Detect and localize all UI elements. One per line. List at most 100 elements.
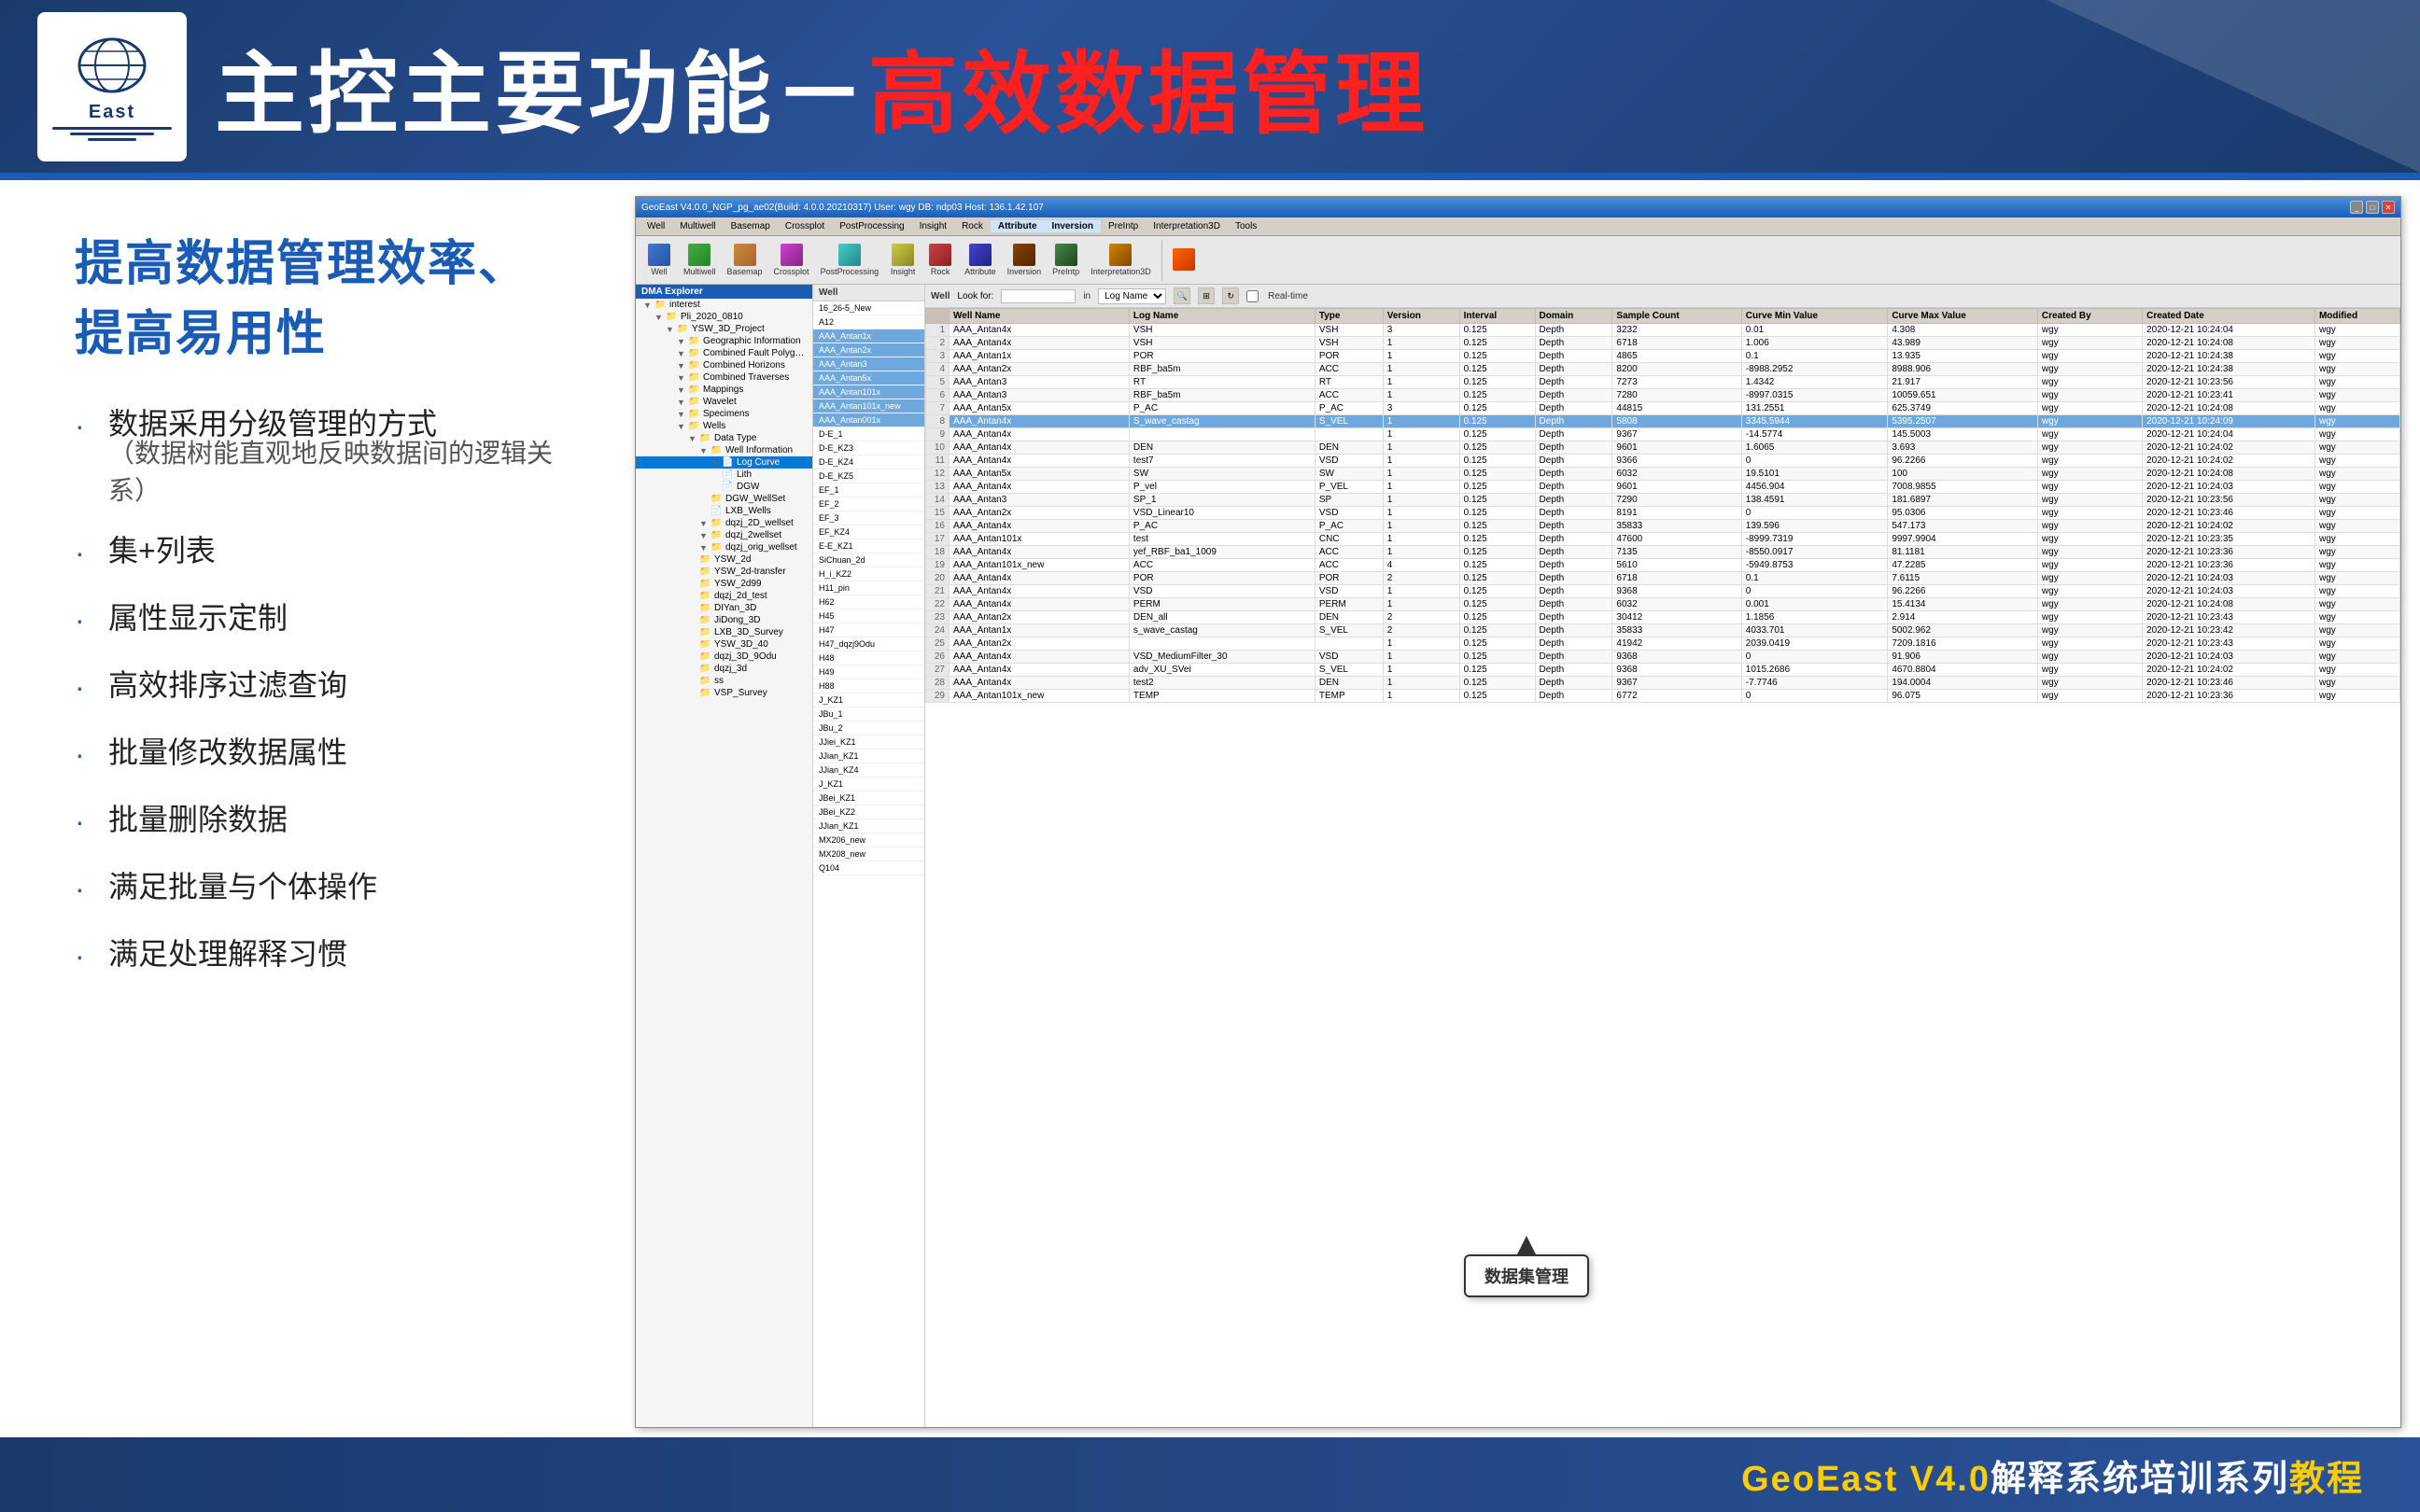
tree-item[interactable]: 📁dqzj_3d bbox=[636, 663, 812, 675]
table-row[interactable]: 23AAA_Antan2xDEN_allDEN20.125Depth304121… bbox=[926, 611, 2400, 624]
table-row[interactable]: 15AAA_Antan2xVSD_Linear10VSD10.125Depth8… bbox=[926, 507, 2400, 520]
list-item[interactable]: A12 bbox=[813, 315, 924, 329]
list-item[interactable]: J_KZ1 bbox=[813, 693, 924, 707]
tree-item[interactable]: ▼📁Combined Fault Polygons bbox=[636, 347, 812, 359]
list-item[interactable]: AAA_Antan5x bbox=[813, 371, 924, 385]
list-item[interactable]: JJian_KZ4 bbox=[813, 763, 924, 777]
table-row[interactable]: 11AAA_Antan4xtest7VSD10.125Depth9366096.… bbox=[926, 455, 2400, 468]
filter-button[interactable]: ⊞ bbox=[1198, 287, 1215, 304]
list-item[interactable]: AAA_Antan101x bbox=[813, 385, 924, 399]
menu-multiwell[interactable]: Multiwell bbox=[672, 220, 723, 232]
tree-item[interactable]: ▼📁Combined Horizons bbox=[636, 359, 812, 371]
table-row[interactable]: 16AAA_Antan4xP_ACP_AC10.125Depth35833139… bbox=[926, 520, 2400, 533]
table-row[interactable]: 24AAA_Antan1xs_wave_castagS_VEL20.125Dep… bbox=[926, 624, 2400, 637]
menu-basemap[interactable]: Basemap bbox=[724, 220, 778, 232]
tree-item[interactable]: ▼📁Pli_2020_0810 bbox=[636, 311, 812, 323]
list-item[interactable]: D-E_KZ3 bbox=[813, 441, 924, 455]
table-row[interactable]: 26AAA_Antan4xVSD_MediumFilter_30VSD10.12… bbox=[926, 651, 2400, 664]
tree-item[interactable]: ▼📁Wells bbox=[636, 420, 812, 432]
tree-item[interactable]: ▼📁dqzj_orig_wellset bbox=[636, 541, 812, 553]
menu-interpretation3d[interactable]: Interpretation3D bbox=[1146, 220, 1228, 232]
menu-attribute[interactable]: Attribute bbox=[991, 220, 1045, 232]
table-row[interactable]: 28AAA_Antan4xtest2DEN10.125Depth9367-7.7… bbox=[926, 677, 2400, 690]
tree-item[interactable]: 📄Lith bbox=[636, 469, 812, 481]
tree-item[interactable]: ▼📁dqzj_2wellset bbox=[636, 529, 812, 541]
menu-postprocessing[interactable]: PostProcessing bbox=[832, 220, 911, 232]
menu-inversion[interactable]: Inversion bbox=[1045, 220, 1101, 232]
table-row[interactable]: 20AAA_Antan4xPORPOR20.125Depth67180.17.6… bbox=[926, 572, 2400, 585]
tree-item[interactable]: ▼📁dqzj_2D_wellset bbox=[636, 517, 812, 529]
menu-insight[interactable]: Insight bbox=[912, 220, 954, 232]
list-item[interactable]: EF_KZ4 bbox=[813, 525, 924, 539]
toolbar-preintp-button[interactable]: PreIntp bbox=[1048, 241, 1084, 279]
list-item[interactable]: H45 bbox=[813, 609, 924, 623]
list-item[interactable]: AAA_Antan2x bbox=[813, 343, 924, 357]
tree-item[interactable]: ▼📁Combined Traverses bbox=[636, 371, 812, 384]
maximize-button[interactable]: □ bbox=[2366, 201, 2379, 214]
minimize-button[interactable]: _ bbox=[2350, 201, 2363, 214]
toolbar-multiwell-button[interactable]: Multiwell bbox=[679, 241, 721, 279]
toolbar-interp3d-button[interactable]: Interpretation3D bbox=[1086, 241, 1156, 279]
list-item[interactable]: AAA_Antan101x_new bbox=[813, 399, 924, 413]
tree-item[interactable]: 📁dqzj_3D_9Odu bbox=[636, 651, 812, 663]
table-row[interactable]: 13AAA_Antan4xP_velP_VEL10.125Depth960144… bbox=[926, 481, 2400, 494]
tree-item[interactable]: ▼📁Mappings bbox=[636, 384, 812, 396]
table-row[interactable]: 9AAA_Antan4x10.125Depth9367-14.5774145.5… bbox=[926, 428, 2400, 441]
table-row[interactable]: 25AAA_Antan2x10.125Depth419422039.041972… bbox=[926, 637, 2400, 651]
table-row[interactable]: 29AAA_Antan101x_newTEMPTEMP10.125Depth67… bbox=[926, 690, 2400, 703]
list-item[interactable]: E-E_KZ1 bbox=[813, 539, 924, 553]
table-row[interactable]: 19AAA_Antan101x_newACCACC40.125Depth5610… bbox=[926, 559, 2400, 572]
list-item[interactable]: H49 bbox=[813, 665, 924, 679]
list-item[interactable]: D-E_KZ5 bbox=[813, 469, 924, 483]
list-item[interactable]: JBei_KZ1 bbox=[813, 791, 924, 805]
list-item[interactable]: J_KZ1 bbox=[813, 777, 924, 791]
list-item[interactable]: JBu_1 bbox=[813, 707, 924, 721]
log-name-select[interactable]: Log Name bbox=[1098, 288, 1166, 304]
toolbar-fire-button[interactable] bbox=[1166, 245, 1202, 274]
menu-well[interactable]: Well bbox=[640, 220, 672, 232]
tree-item[interactable]: 📁DIYan_3D bbox=[636, 602, 812, 614]
realtime-checkbox[interactable] bbox=[1246, 290, 1259, 302]
list-item[interactable]: Q104 bbox=[813, 861, 924, 875]
table-row[interactable]: 8AAA_Antan4xS_wave_castagS_VEL10.125Dept… bbox=[926, 415, 2400, 428]
tree-item[interactable]: 📁YSW_2d-transfer bbox=[636, 566, 812, 578]
table-row[interactable]: 10AAA_Antan4xDENDEN10.125Depth96011.6065… bbox=[926, 441, 2400, 455]
list-item[interactable]: EF_1 bbox=[813, 483, 924, 497]
table-row[interactable]: 7AAA_Antan5xP_ACP_AC30.125Depth44815131.… bbox=[926, 402, 2400, 415]
tree-item[interactable]: ▼📁interest bbox=[636, 299, 812, 311]
toolbar-attribute-button[interactable]: Attribute bbox=[960, 241, 1001, 279]
list-item[interactable]: H62 bbox=[813, 595, 924, 609]
list-item[interactable]: 16_26-5_New bbox=[813, 301, 924, 315]
tree-item[interactable]: ▼📁Geographic Information bbox=[636, 335, 812, 347]
list-item[interactable]: JBei_KZ2 bbox=[813, 805, 924, 819]
list-item[interactable]: JJiei_KZ1 bbox=[813, 735, 924, 749]
tree-item[interactable]: ▼📁Well Information bbox=[636, 444, 812, 456]
menu-rock[interactable]: Rock bbox=[954, 220, 991, 232]
table-row[interactable]: 1AAA_Antan4xVSHVSH30.125Depth32320.014.3… bbox=[926, 324, 2400, 337]
look-for-input[interactable] bbox=[1001, 289, 1076, 303]
table-row[interactable]: 2AAA_Antan4xVSHVSH10.125Depth67181.00643… bbox=[926, 337, 2400, 350]
table-row[interactable]: 6AAA_Antan3RBF_ba5mACC10.125Depth7280-89… bbox=[926, 389, 2400, 402]
table-row[interactable]: 27AAA_Antan4xadv_XU_SVeiS_VEL10.125Depth… bbox=[926, 664, 2400, 677]
list-item[interactable]: D-E_KZ4 bbox=[813, 455, 924, 469]
tree-item[interactable]: ▼📁Specimens bbox=[636, 408, 812, 420]
tree-item[interactable]: 📁DGW_WellSet bbox=[636, 493, 812, 505]
table-row[interactable]: 3AAA_Antan1xPORPOR10.125Depth48650.113.9… bbox=[926, 350, 2400, 363]
menu-crossplot[interactable]: Crossplot bbox=[778, 220, 832, 232]
table-row[interactable]: 22AAA_Antan4xPERMPERM10.125Depth60320.00… bbox=[926, 598, 2400, 611]
list-item[interactable]: EF_3 bbox=[813, 511, 924, 525]
menu-preintp[interactable]: PreIntp bbox=[1101, 220, 1146, 232]
list-item[interactable]: AAA_Antan1x bbox=[813, 329, 924, 343]
list-item[interactable]: JJian_KZ1 bbox=[813, 749, 924, 763]
tree-item[interactable]: ▼📁Data Type bbox=[636, 432, 812, 444]
list-item[interactable]: SiChuan_2d bbox=[813, 553, 924, 567]
table-row[interactable]: 12AAA_Antan5xSWSW10.125Depth603219.51011… bbox=[926, 468, 2400, 481]
list-item[interactable]: H11_pin bbox=[813, 581, 924, 595]
list-item[interactable]: H48 bbox=[813, 651, 924, 665]
table-row[interactable]: 17AAA_Antan101xtestCNC10.125Depth47600-8… bbox=[926, 533, 2400, 546]
toolbar-postprocessing-button[interactable]: PostProcessing bbox=[816, 241, 884, 279]
list-item[interactable]: EF_2 bbox=[813, 497, 924, 511]
tree-item[interactable]: 📁ss bbox=[636, 675, 812, 687]
list-item[interactable]: H88 bbox=[813, 679, 924, 693]
tree-item[interactable]: 📁JiDong_3D bbox=[636, 614, 812, 626]
